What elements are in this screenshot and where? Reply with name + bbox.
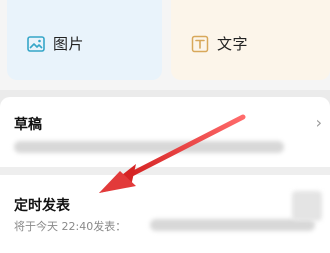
drafts-row[interactable]: 草稿 › <box>0 97 330 167</box>
page: 图片 文字 草稿 › 定时发表 将于今天 22:40发表： <box>0 0 330 253</box>
image-post-content: 图片 <box>27 33 84 54</box>
chevron-right-icon: › <box>315 113 322 132</box>
image-post-card[interactable]: 图片 <box>7 0 162 80</box>
scheduled-post-row[interactable]: 定时发表 将于今天 22:40发表： <box>0 179 330 253</box>
scheduled-post-title: 定时发表 <box>14 198 70 214</box>
section-divider <box>0 167 330 175</box>
scheduled-post-time: 将于今天 22:40发表： <box>14 220 127 233</box>
drafts-title: 草稿 <box>14 117 42 133</box>
image-post-label: 图片 <box>53 35 85 53</box>
text-post-label: 文字 <box>217 35 249 53</box>
image-icon <box>27 35 45 53</box>
text-icon <box>191 35 209 53</box>
text-post-content: 文字 <box>191 33 248 54</box>
drafts-preview-blurred <box>14 141 284 153</box>
scheduled-preview-blurred <box>150 219 315 231</box>
text-post-card[interactable]: 文字 <box>171 0 330 80</box>
scheduled-thumbnail-blurred <box>292 191 322 221</box>
post-list-section: 草稿 › 定时发表 将于今天 22:40发表： <box>0 97 330 253</box>
